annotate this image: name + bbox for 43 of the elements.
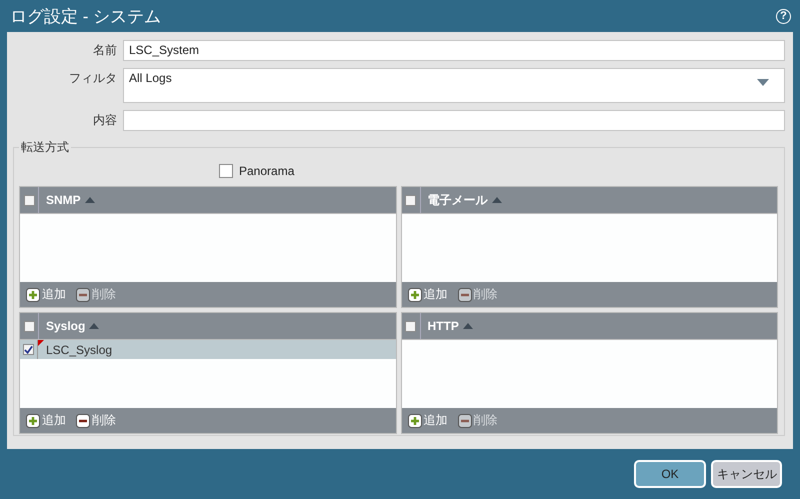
field-label: フィルタ <box>68 70 118 87</box>
checkbox-label: Panorama <box>239 164 294 178</box>
name-field[interactable]: LSC_System <box>123 40 785 61</box>
select-all-checkbox[interactable] <box>24 320 34 332</box>
panorama-checkbox[interactable] <box>219 164 233 178</box>
sort-icon[interactable] <box>462 323 473 329</box>
row-name: LSC_Syslog <box>46 342 112 356</box>
plus-icon <box>26 288 40 302</box>
add-button[interactable]: 追加 <box>408 412 448 429</box>
column-header[interactable]: 電子メール <box>428 192 488 208</box>
delete-button[interactable]: 削除 <box>76 412 116 429</box>
plus-icon <box>408 414 422 428</box>
column-header[interactable]: SNMP <box>46 193 81 207</box>
minus-icon <box>76 414 90 428</box>
help-button[interactable]: ? <box>776 8 791 24</box>
select-all-checkbox[interactable] <box>405 194 416 206</box>
column-header[interactable]: Syslog <box>46 319 86 333</box>
group-legend: 転送方式 <box>19 139 71 156</box>
add-button[interactable]: 追加 <box>26 412 66 429</box>
field-label: 内容 <box>92 112 118 129</box>
window-title: ログ設定 - システム <box>10 6 162 28</box>
dropdown-icon[interactable] <box>757 79 769 86</box>
sort-icon[interactable] <box>492 197 502 203</box>
ok-button[interactable]: OK <box>634 460 706 488</box>
add-button[interactable]: 追加 <box>26 286 66 303</box>
row-checkbox[interactable] <box>23 344 34 355</box>
cancel-button[interactable]: キャンセル <box>711 460 782 488</box>
column-header[interactable]: HTTP <box>428 319 459 333</box>
select-all-checkbox[interactable] <box>405 320 416 332</box>
filter-value: All Logs <box>129 70 172 87</box>
plus-icon <box>408 288 422 302</box>
field-label: 名前 <box>92 42 118 59</box>
sort-icon[interactable] <box>84 197 95 203</box>
plus-icon <box>26 414 40 428</box>
select-all-checkbox[interactable] <box>24 194 34 206</box>
minus-icon <box>76 288 90 302</box>
filter-field[interactable]: All Logs <box>123 68 785 103</box>
list-row[interactable]: LSC_Syslog <box>20 340 396 359</box>
minus-icon <box>458 288 472 302</box>
minus-icon <box>458 414 472 428</box>
sort-icon[interactable] <box>89 323 100 329</box>
content-field[interactable] <box>123 110 785 131</box>
add-button[interactable]: 追加 <box>408 286 448 303</box>
